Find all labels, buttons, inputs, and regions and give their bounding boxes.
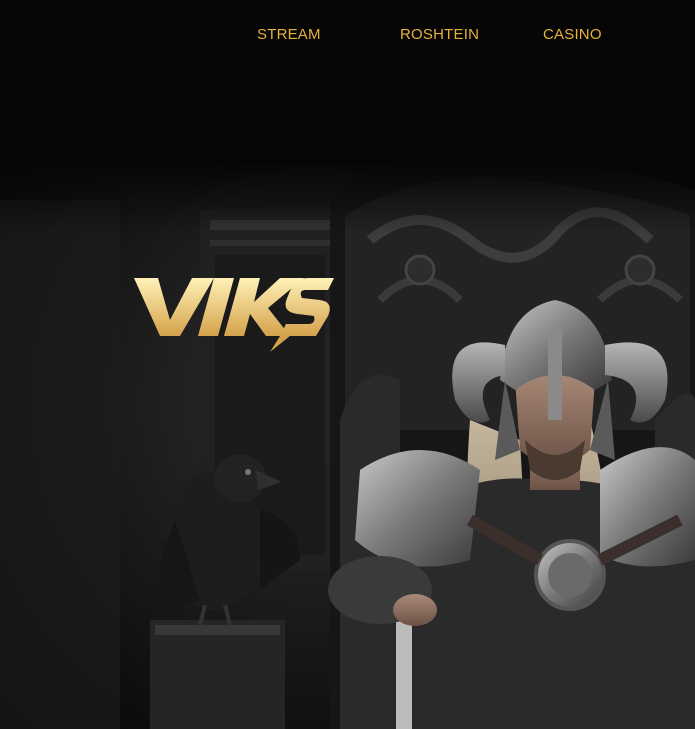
page: STREAM ROSHTEIN CASINO xyxy=(0,0,695,729)
hero-viking-image xyxy=(0,0,695,729)
nav-link-casino[interactable]: CASINO xyxy=(543,26,602,43)
viks-logo-mark xyxy=(134,278,334,352)
brand-logo[interactable] xyxy=(130,272,336,356)
top-nav: STREAM ROSHTEIN CASINO xyxy=(0,0,695,70)
nav-link-stream[interactable]: STREAM xyxy=(257,26,321,43)
nav-link-roshtein[interactable]: ROSHTEIN xyxy=(400,26,479,43)
